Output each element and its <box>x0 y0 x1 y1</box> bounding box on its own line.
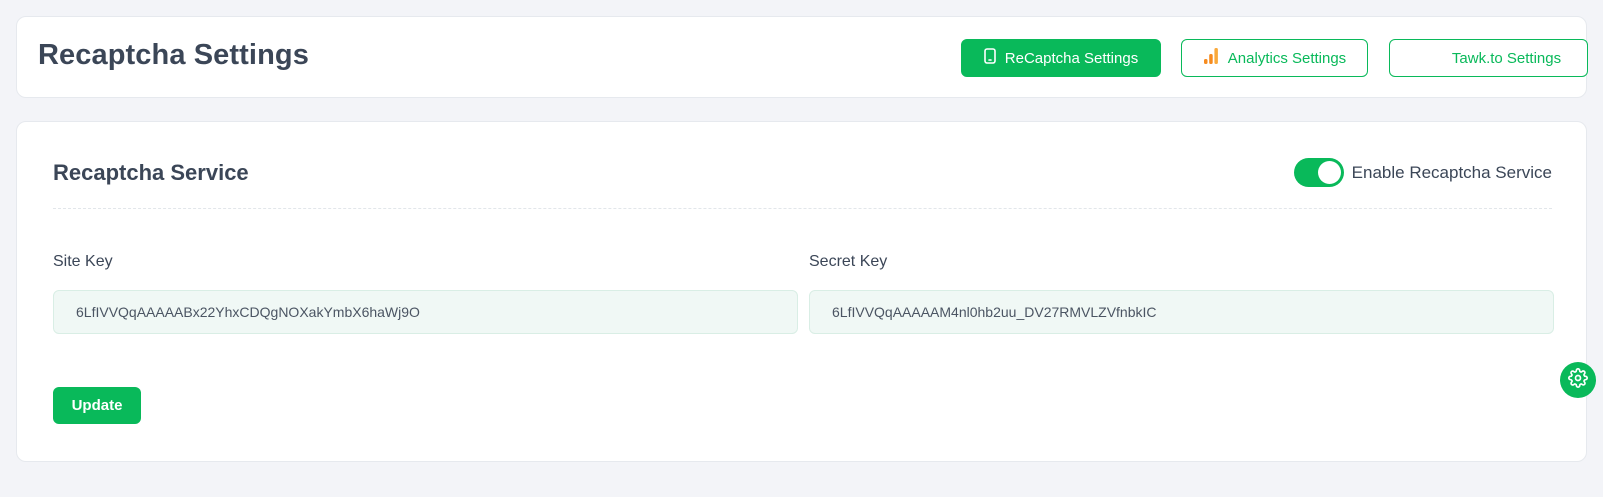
recaptcha-settings-button[interactable]: ReCaptcha Settings <box>961 39 1161 77</box>
page-title: Recaptcha Settings <box>38 39 309 71</box>
floating-settings-button[interactable] <box>1560 362 1596 398</box>
phone-icon <box>983 48 996 68</box>
toggle-knob <box>1317 161 1341 184</box>
tawk-settings-label: Tawk.to Settings <box>1451 49 1562 67</box>
bar-chart-icon <box>1203 47 1219 69</box>
enable-recaptcha-toggle-group: Enable Recaptcha Service <box>1293 158 1552 187</box>
enable-recaptcha-toggle[interactable] <box>1293 158 1344 187</box>
recaptcha-service-card: Recaptcha Service Enable Recaptcha Servi… <box>16 121 1587 462</box>
divider <box>53 208 1552 209</box>
secret-key-label: Secret Key <box>809 253 888 270</box>
gear-icon <box>1568 367 1588 393</box>
recaptcha-settings-label: ReCaptcha Settings <box>1004 49 1139 67</box>
tawk-settings-button[interactable]: Tawk.to Settings <box>1389 39 1588 77</box>
secret-key-input[interactable] <box>809 290 1554 334</box>
enable-recaptcha-label: Enable Recaptcha Service <box>1351 162 1552 182</box>
site-key-label: Site Key <box>53 253 113 270</box>
header-card: Recaptcha Settings ReCaptcha Settings An… <box>16 16 1588 98</box>
analytics-settings-button[interactable]: Analytics Settings <box>1181 39 1368 77</box>
section-title: Recaptcha Service <box>53 160 249 185</box>
update-button[interactable]: Update <box>53 387 141 424</box>
analytics-settings-label: Analytics Settings <box>1227 49 1347 67</box>
site-key-input[interactable] <box>53 290 798 334</box>
